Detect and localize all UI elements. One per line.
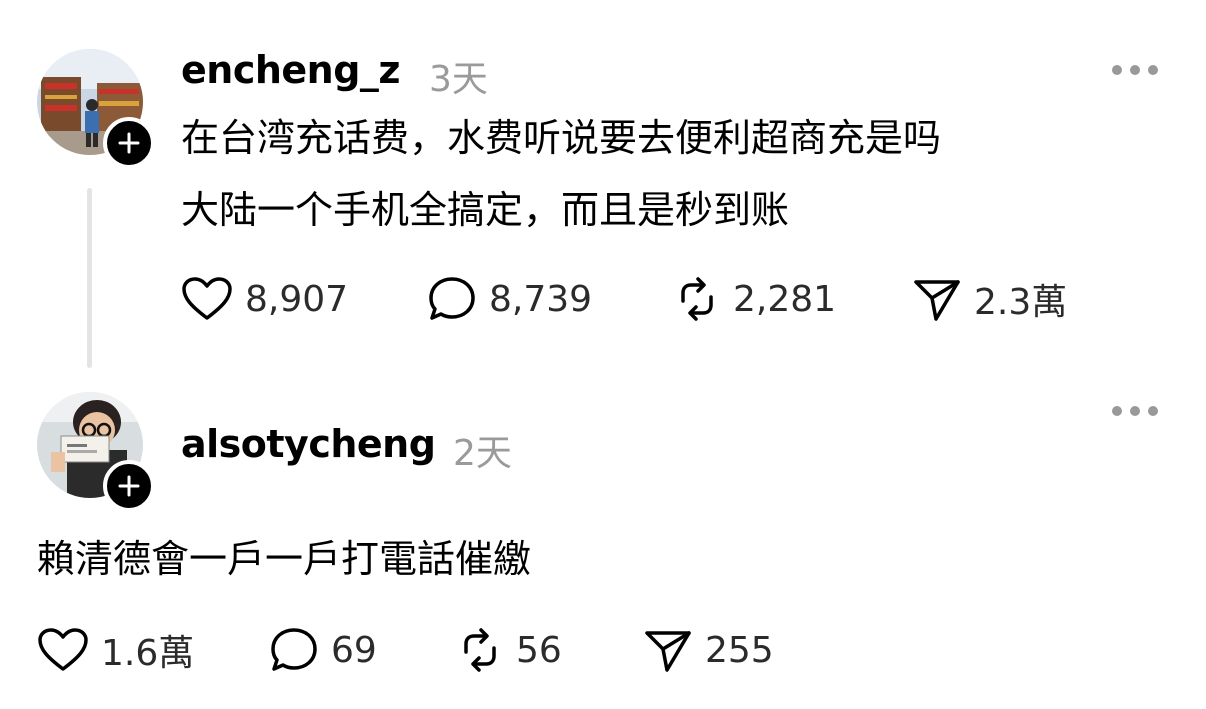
like-button[interactable]: 8,907 [181,274,348,324]
share-button[interactable]: 2.3萬 [912,274,1067,324]
send-icon [645,631,691,672]
repost-button[interactable]: 2,281 [673,274,836,324]
repost-count: 56 [516,629,562,671]
repost-button[interactable]: 56 [456,625,562,675]
reply-count: 8,739 [489,278,593,320]
comment-bubble-icon [429,277,475,320]
reply-time: 2天 [453,433,512,474]
follow-button-encheng[interactable] [103,117,155,169]
more-options-icon[interactable] [1112,404,1158,418]
heart-icon [38,628,88,671]
share-count: 255 [705,629,774,671]
reply-text: 賴清德會一戶一戶打電話催繳 [37,537,532,581]
plus-icon [118,475,140,497]
post-text-line-1: 在台湾充话费，水费听说要去便利超商充是吗 [181,116,942,160]
post-time: 3天 [429,59,488,100]
follow-button-alsotycheng[interactable] [103,460,155,512]
heart-icon [182,277,232,320]
comment-bubble-icon [271,628,317,671]
like-count: 1.6萬 [101,633,195,674]
reply-button[interactable]: 69 [269,625,377,675]
reply-button[interactable]: 8,739 [427,274,592,324]
thread-connector-line [87,188,92,368]
username-encheng[interactable]: encheng_z [181,48,401,92]
repost-icon [681,277,713,321]
post-text-line-2: 大陆一个手机全搞定，而且是秒到账 [181,188,790,232]
more-options-icon[interactable] [1112,63,1158,77]
reply-count: 69 [331,629,377,671]
repost-count: 2,281 [733,278,837,320]
send-icon [914,280,960,321]
repost-icon [464,628,496,672]
share-button[interactable]: 255 [643,625,774,675]
like-button[interactable]: 1.6萬 [37,625,194,675]
share-count: 2.3萬 [974,282,1068,323]
username-alsotycheng[interactable]: alsotycheng [181,422,436,466]
plus-icon [118,132,140,154]
like-count: 8,907 [245,278,349,320]
